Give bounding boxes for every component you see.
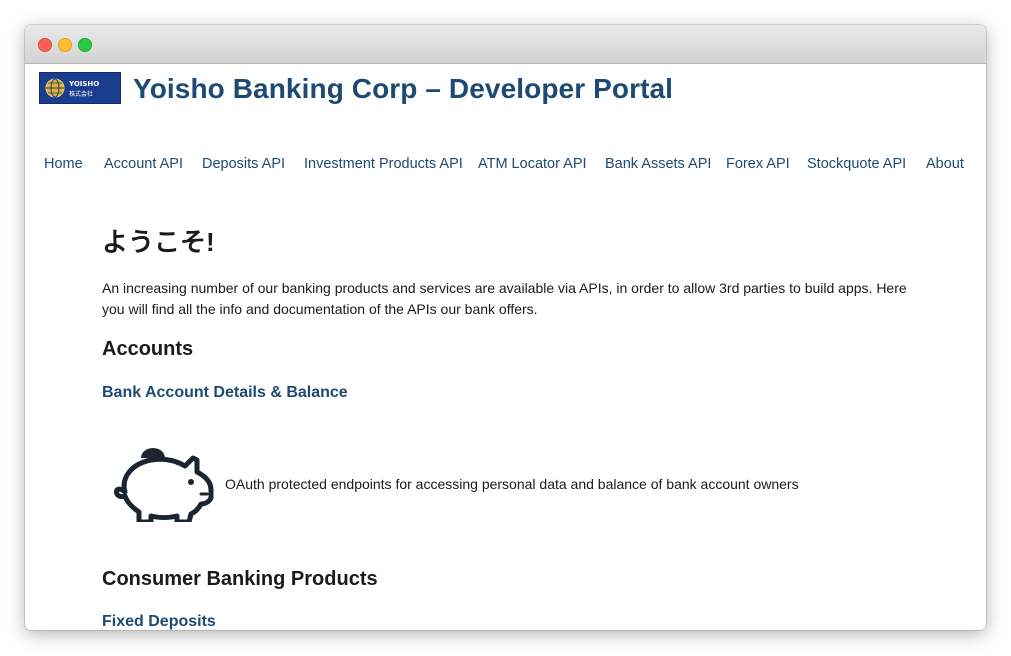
- nav-item-home[interactable]: Home: [44, 156, 83, 172]
- section-title-consumer-banking: Consumer Banking Products: [102, 568, 378, 590]
- close-window-button[interactable]: [38, 38, 52, 52]
- zoom-window-button[interactable]: [78, 38, 92, 52]
- nav-item-atm-locator-api[interactable]: ATM Locator API: [478, 156, 587, 172]
- link-bank-account-details[interactable]: Bank Account Details & Balance: [102, 384, 348, 402]
- company-logo[interactable]: YOISHO 株式会社: [39, 72, 121, 104]
- window-titlebar: [25, 25, 986, 64]
- nav-item-stockquote-api[interactable]: Stockquote API: [807, 156, 906, 172]
- nav-item-forex-api[interactable]: Forex API: [726, 156, 790, 172]
- main-nav: Home Account API Deposits API Investment…: [25, 156, 986, 178]
- nav-item-bank-assets-api[interactable]: Bank Assets API: [605, 156, 711, 172]
- logo-subtext: 株式会社: [69, 90, 93, 98]
- intro-paragraph: An increasing number of our banking prod…: [102, 280, 907, 317]
- site-title[interactable]: Yoisho Banking Corp – Developer Portal: [133, 73, 673, 105]
- section-title-accounts: Accounts: [102, 338, 194, 360]
- nav-item-investment-products-api[interactable]: Investment Products API: [304, 156, 463, 172]
- accounts-description: OAuth protected endpoints for accessing …: [225, 476, 799, 492]
- screen: YOISHO 株式会社 Yoisho Banking Corp – Develo…: [0, 0, 1011, 656]
- page-title: ようこそ!: [102, 227, 215, 257]
- page-content: YOISHO 株式会社 Yoisho Banking Corp – Develo…: [25, 64, 986, 630]
- link-fixed-deposits[interactable]: Fixed Deposits: [102, 613, 216, 630]
- piggy-bank-icon: [114, 448, 214, 522]
- welcome-section: ようこそ!: [102, 222, 932, 259]
- logo-text: YOISHO: [68, 80, 99, 88]
- browser-window: YOISHO 株式会社 Yoisho Banking Corp – Develo…: [25, 25, 986, 630]
- nav-item-about[interactable]: About: [926, 156, 964, 172]
- minimize-window-button[interactable]: [58, 38, 72, 52]
- nav-item-account-api[interactable]: Account API: [104, 156, 183, 172]
- globe-logo-icon: YOISHO 株式会社: [45, 78, 99, 98]
- nav-item-deposits-api[interactable]: Deposits API: [202, 156, 285, 172]
